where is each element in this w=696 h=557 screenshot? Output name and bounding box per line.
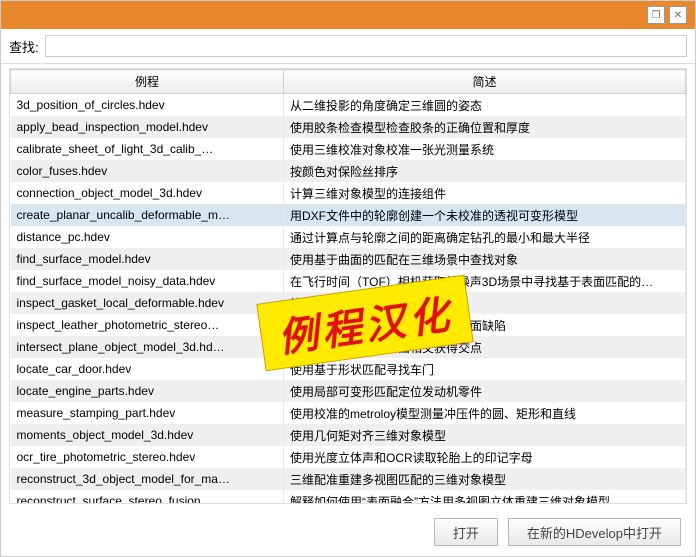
table-row[interactable]: create_planar_uncalib_deformable_m…用DXF文… bbox=[11, 204, 686, 226]
table-row[interactable]: inspect_leather_photometric_stereo…使用光度立… bbox=[11, 314, 686, 336]
cell-desc: 使用校准的metroloy模型测量冲压件的圆、矩形和直线 bbox=[284, 402, 686, 424]
titlebar: ❐ ✕ bbox=[1, 1, 695, 29]
table-row[interactable]: calibrate_sheet_of_light_3d_calib_…使用三维校… bbox=[11, 138, 686, 160]
table-row[interactable]: locate_car_door.hdev使用基于形状匹配寻找车门 bbox=[11, 358, 686, 380]
example-table-wrap[interactable]: 例程 简述 3d_position_of_circles.hdev从二维投影的角… bbox=[9, 68, 687, 504]
cell-desc: 从二维投影的角度确定三维圆的姿态 bbox=[284, 94, 686, 117]
cell-desc: 通过计算点与轮廓之间的距离确定钻孔的最小和最大半径 bbox=[284, 226, 686, 248]
table-row[interactable]: locate_engine_parts.hdev使用局部可变形匹配定位发动机零件 bbox=[11, 380, 686, 402]
table-row[interactable]: reconstruct_3d_object_model_for_ma…三维配准重… bbox=[11, 468, 686, 490]
cell-name: locate_engine_parts.hdev bbox=[11, 380, 284, 402]
col-header-name[interactable]: 例程 bbox=[11, 70, 284, 94]
app-window: ❐ ✕ 查找: 例程 简述 3d_position_of_circles.hde… bbox=[0, 0, 696, 557]
cell-name: ocr_tire_photometric_stereo.hdev bbox=[11, 446, 284, 468]
cell-name: apply_bead_inspection_model.hdev bbox=[11, 116, 284, 138]
table-row[interactable]: distance_pc.hdev通过计算点与轮廓之间的距离确定钻孔的最小和最大半… bbox=[11, 226, 686, 248]
open-new-button[interactable]: 在新的HDevelop中打开 bbox=[508, 518, 681, 546]
cell-desc: 用DXF文件中的轮廓创建一个未校准的透视可变形模型 bbox=[284, 204, 686, 226]
table-row[interactable]: measure_stamping_part.hdev使用校准的metroloy模… bbox=[11, 402, 686, 424]
cell-name: moments_object_model_3d.hdev bbox=[11, 424, 284, 446]
cell-desc: 解释如何使用“表面融合”方法用多视图立体重建三维对象模型 bbox=[284, 490, 686, 504]
cell-name: reconstruct_3d_object_model_for_ma… bbox=[11, 468, 284, 490]
table-row[interactable]: color_fuses.hdev按颜色对保险丝排序 bbox=[11, 160, 686, 182]
cell-name: measure_stamping_part.hdev bbox=[11, 402, 284, 424]
cell-desc: 使用基于形状匹配寻找车门 bbox=[284, 358, 686, 380]
cell-desc: 找到并检查垫圈 bbox=[284, 292, 686, 314]
table-row[interactable]: inspect_gasket_local_deformable.hdev找到并检… bbox=[11, 292, 686, 314]
cell-desc: 使用三维校准对象校准一张光测量系统 bbox=[284, 138, 686, 160]
cell-desc: 在飞行时间（TOF）相机获取的噪声3D场景中寻找基于表面匹配的… bbox=[284, 270, 686, 292]
cell-name: distance_pc.hdev bbox=[11, 226, 284, 248]
cell-desc: 计算三维对象模型的连接组件 bbox=[284, 182, 686, 204]
search-label: 查找: bbox=[9, 37, 39, 56]
col-header-desc[interactable]: 简述 bbox=[284, 70, 686, 94]
cell-desc: 按颜色对保险丝排序 bbox=[284, 160, 686, 182]
table-row[interactable]: reconstruct_surface_stereo_fusion_…解释如何使… bbox=[11, 490, 686, 504]
cell-name: 3d_position_of_circles.hdev bbox=[11, 94, 284, 117]
search-bar: 查找: bbox=[1, 29, 695, 64]
cell-name: intersect_plane_object_model_3d.hd… bbox=[11, 336, 284, 358]
table-row[interactable]: connection_object_model_3d.hdev计算三维对象模型的… bbox=[11, 182, 686, 204]
table-row[interactable]: find_surface_model.hdev使用基于曲面的匹配在三维场景中查找… bbox=[11, 248, 686, 270]
footer: 打开 在新的HDevelop中打开 bbox=[1, 508, 695, 556]
table-row[interactable]: 3d_position_of_circles.hdev从二维投影的角度确定三维圆… bbox=[11, 94, 686, 117]
table-row[interactable]: moments_object_model_3d.hdev使用几何矩对齐三维对象模… bbox=[11, 424, 686, 446]
cell-name: inspect_leather_photometric_stereo… bbox=[11, 314, 284, 336]
cell-desc: 使用几何矩对齐三维对象模型 bbox=[284, 424, 686, 446]
table-row[interactable]: intersect_plane_object_model_3d.hd…将三维对象… bbox=[11, 336, 686, 358]
example-table: 例程 简述 3d_position_of_circles.hdev从二维投影的角… bbox=[10, 69, 686, 504]
search-input[interactable] bbox=[45, 35, 687, 57]
cell-desc: 使用光度立体声和OCR读取轮胎上的印记字母 bbox=[284, 446, 686, 468]
cell-desc: 三维配准重建多视图匹配的三维对象模型 bbox=[284, 468, 686, 490]
table-header-row: 例程 简述 bbox=[11, 70, 686, 94]
restore-icon[interactable]: ❐ bbox=[647, 6, 665, 24]
cell-name: find_surface_model_noisy_data.hdev bbox=[11, 270, 284, 292]
cell-name: connection_object_model_3d.hdev bbox=[11, 182, 284, 204]
cell-name: create_planar_uncalib_deformable_m… bbox=[11, 204, 284, 226]
cell-desc: 将三维对象模型与平面相交获得交点 bbox=[284, 336, 686, 358]
cell-desc: 使用局部可变形匹配定位发动机零件 bbox=[284, 380, 686, 402]
close-icon[interactable]: ✕ bbox=[669, 6, 687, 24]
table-row[interactable]: find_surface_model_noisy_data.hdev在飞行时间（… bbox=[11, 270, 686, 292]
cell-desc: 使用基于曲面的匹配在三维场景中查找对象 bbox=[284, 248, 686, 270]
cell-name: locate_car_door.hdev bbox=[11, 358, 284, 380]
table-row[interactable]: apply_bead_inspection_model.hdev使用胶条检查模型… bbox=[11, 116, 686, 138]
cell-desc: 使用光度立体从皮革样品中提取表面缺陷 bbox=[284, 314, 686, 336]
table-row[interactable]: ocr_tire_photometric_stereo.hdev使用光度立体声和… bbox=[11, 446, 686, 468]
open-button[interactable]: 打开 bbox=[434, 518, 498, 546]
cell-name: reconstruct_surface_stereo_fusion_… bbox=[11, 490, 284, 504]
cell-desc: 使用胶条检查模型检查胶条的正确位置和厚度 bbox=[284, 116, 686, 138]
cell-name: find_surface_model.hdev bbox=[11, 248, 284, 270]
cell-name: inspect_gasket_local_deformable.hdev bbox=[11, 292, 284, 314]
cell-name: calibrate_sheet_of_light_3d_calib_… bbox=[11, 138, 284, 160]
cell-name: color_fuses.hdev bbox=[11, 160, 284, 182]
